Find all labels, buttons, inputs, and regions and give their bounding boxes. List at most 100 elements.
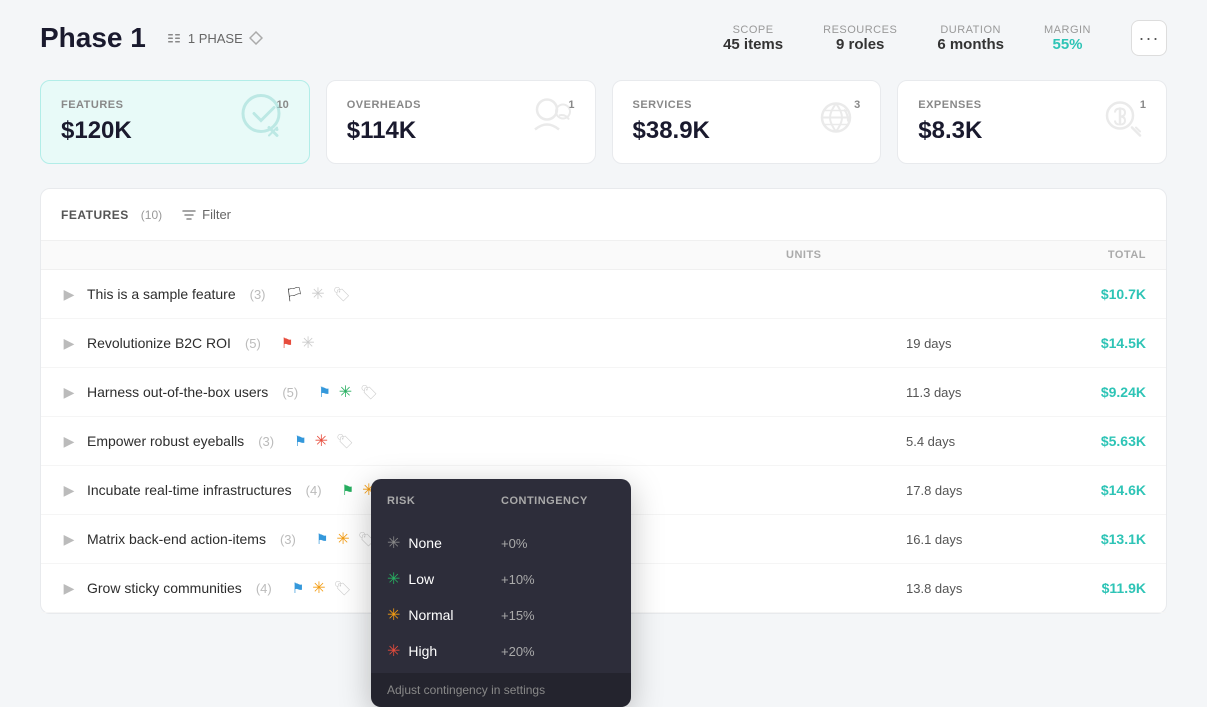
contingency-low: +10%	[501, 572, 615, 587]
flag-icon-3[interactable]: ⚑	[318, 384, 331, 401]
row-days-6: 16.1 days	[906, 532, 1026, 547]
row-total-3: $9.24K	[1026, 384, 1146, 400]
row-days-5: 17.8 days	[906, 483, 1026, 498]
services-card[interactable]: SERVICES 3 $38.9K	[612, 80, 882, 164]
risk-icon-6[interactable]: ✳	[336, 529, 349, 549]
expenses-card[interactable]: EXPENSES 1 $8.3K	[897, 80, 1167, 164]
filter-button[interactable]: Filter	[174, 203, 239, 226]
cards-row: FEATURES 10 $120K OVERHEADS 1 $114K	[40, 80, 1167, 164]
row-total-2: $14.5K	[1026, 335, 1146, 351]
filter-label: Filter	[202, 207, 231, 222]
row-icons-6: ⚑ ✳ 🏷	[316, 529, 376, 549]
risk-icon-1[interactable]: ✳	[311, 284, 324, 304]
col-headers-row: UNITS TOTAL	[41, 241, 1166, 270]
tag-icon-4[interactable]: 🏷	[336, 433, 354, 450]
flag-icon-4[interactable]: ⚑	[294, 433, 307, 450]
table-row: ▶ This is a sample feature (3) 🏳 ✳ 🏷 $10…	[41, 270, 1166, 319]
col-units-header	[666, 249, 786, 261]
row-total-7: $11.9K	[1026, 580, 1146, 596]
overheads-icon	[525, 92, 577, 153]
risk-icon-4[interactable]: ✳	[315, 431, 328, 451]
row-name-6: Matrix back-end action-items	[87, 531, 266, 547]
dropdown-footer: Adjust contingency in settings	[371, 673, 631, 707]
col-total-header: TOTAL	[1026, 249, 1146, 261]
risk-icon-7[interactable]: ✳	[312, 578, 325, 598]
row-name-2: Revolutionize B2C ROI	[87, 335, 231, 351]
overheads-card[interactable]: OVERHEADS 1 $114K	[326, 80, 596, 164]
risk-label-high: High	[408, 643, 437, 659]
row-name-3: Harness out-of-the-box users	[87, 384, 268, 400]
tag-icon-1[interactable]: 🏷	[333, 286, 351, 303]
row-left-2: ▶ Revolutionize B2C ROI (5) ⚑ ✳	[61, 333, 666, 353]
row-name-7: Grow sticky communities	[87, 580, 242, 596]
scope-stat: SCOPE 45 items	[723, 24, 783, 53]
risk-option-low[interactable]: ✳ Low +10%	[371, 561, 631, 597]
row-icons-7: ⚑ ✳ 🏷	[292, 578, 352, 598]
row-count-6: (3)	[280, 532, 296, 547]
flag-icon-7[interactable]: ⚑	[292, 580, 305, 597]
risk-star-none: ✳	[387, 533, 400, 553]
scope-value: 45 items	[723, 36, 783, 53]
row-expand-3[interactable]: ▶	[61, 384, 77, 400]
row-count-1: (3)	[250, 287, 266, 302]
risk-item-none: ✳ None	[387, 533, 501, 553]
scope-label: SCOPE	[733, 24, 774, 36]
row-expand-6[interactable]: ▶	[61, 531, 77, 547]
dropdown-footer-text: Adjust contingency in settings	[387, 683, 545, 697]
contingency-col-header: CONTINGENCY	[501, 495, 615, 515]
risk-option-normal[interactable]: ✳ Normal +15%	[371, 597, 631, 633]
diamond-icon	[249, 31, 263, 45]
duration-value: 6 months	[937, 36, 1004, 53]
row-name-4: Empower robust eyeballs	[87, 433, 244, 449]
phase-badge[interactable]: 1 PHASE	[166, 30, 263, 46]
tag-icon-7[interactable]: 🏷	[334, 580, 352, 597]
phase-label: 1 PHASE	[188, 31, 243, 46]
features-label: FEATURES	[61, 99, 123, 111]
resources-value: 9 roles	[836, 36, 884, 53]
col-name-header	[61, 249, 666, 261]
row-left-1: ▶ This is a sample feature (3) 🏳 ✳ 🏷	[61, 284, 666, 304]
risk-option-none[interactable]: ✳ None +0%	[371, 525, 631, 561]
risk-option-high[interactable]: ✳ High +20%	[371, 633, 631, 669]
features-card[interactable]: FEATURES 10 $120K	[40, 80, 310, 164]
row-count-5: (4)	[306, 483, 322, 498]
table-row: ▶ Revolutionize B2C ROI (5) ⚑ ✳ 19 days …	[41, 319, 1166, 368]
row-expand-5[interactable]: ▶	[61, 482, 77, 498]
row-expand-7[interactable]: ▶	[61, 580, 77, 596]
table-row: ▶ Harness out-of-the-box users (5) ⚑ ✳ 🏷…	[41, 368, 1166, 417]
table-row: ▶ Empower robust eyeballs (3) ⚑ ✳ 🏷 5.4 …	[41, 417, 1166, 466]
risk-icon-3[interactable]: ✳	[339, 382, 352, 402]
flag-icon-2[interactable]: ⚑	[281, 335, 294, 352]
row-expand-1[interactable]: ▶	[61, 286, 77, 302]
overheads-label: OVERHEADS	[347, 99, 421, 111]
page: Phase 1 1 PHASE SCOPE 45 items RESOURCES	[0, 0, 1207, 679]
risk-label-low: Low	[408, 571, 434, 587]
header-stats: SCOPE 45 items RESOURCES 9 roles DURATIO…	[723, 20, 1167, 56]
risk-item-low: ✳ Low	[387, 569, 501, 589]
tag-icon-3[interactable]: 🏷	[360, 384, 378, 401]
expenses-icon	[1096, 92, 1148, 153]
flag-icon-1[interactable]: 🏳	[286, 286, 304, 303]
row-left-4: ▶ Empower robust eyeballs (3) ⚑ ✳ 🏷	[61, 431, 666, 451]
contingency-none: +0%	[501, 536, 615, 551]
flag-icon-6[interactable]: ⚑	[316, 531, 329, 548]
row-expand-2[interactable]: ▶	[61, 335, 77, 351]
row-total-1: $10.7K	[1026, 286, 1146, 302]
services-label: SERVICES	[633, 99, 692, 111]
row-total-5: $14.6K	[1026, 482, 1146, 498]
risk-item-high: ✳ High	[387, 641, 501, 661]
risk-label-none: None	[408, 535, 441, 551]
features-table: FEATURES (10) Filter UNITS TOTAL ▶ This …	[40, 188, 1167, 614]
row-total-6: $13.1K	[1026, 531, 1146, 547]
risk-icon-2[interactable]: ✳	[301, 333, 314, 353]
risk-star-low: ✳	[387, 569, 400, 589]
row-expand-4[interactable]: ▶	[61, 433, 77, 449]
row-name-5: Incubate real-time infrastructures	[87, 482, 292, 498]
risk-item-normal: ✳ Normal	[387, 605, 501, 625]
row-days-4: 5.4 days	[906, 434, 1026, 449]
more-button[interactable]: ···	[1131, 20, 1167, 56]
filter-icon	[182, 208, 196, 222]
flag-icon-5[interactable]: ⚑	[342, 482, 355, 499]
row-days-3: 11.3 days	[906, 385, 1026, 400]
resources-stat: RESOURCES 9 roles	[823, 24, 897, 53]
